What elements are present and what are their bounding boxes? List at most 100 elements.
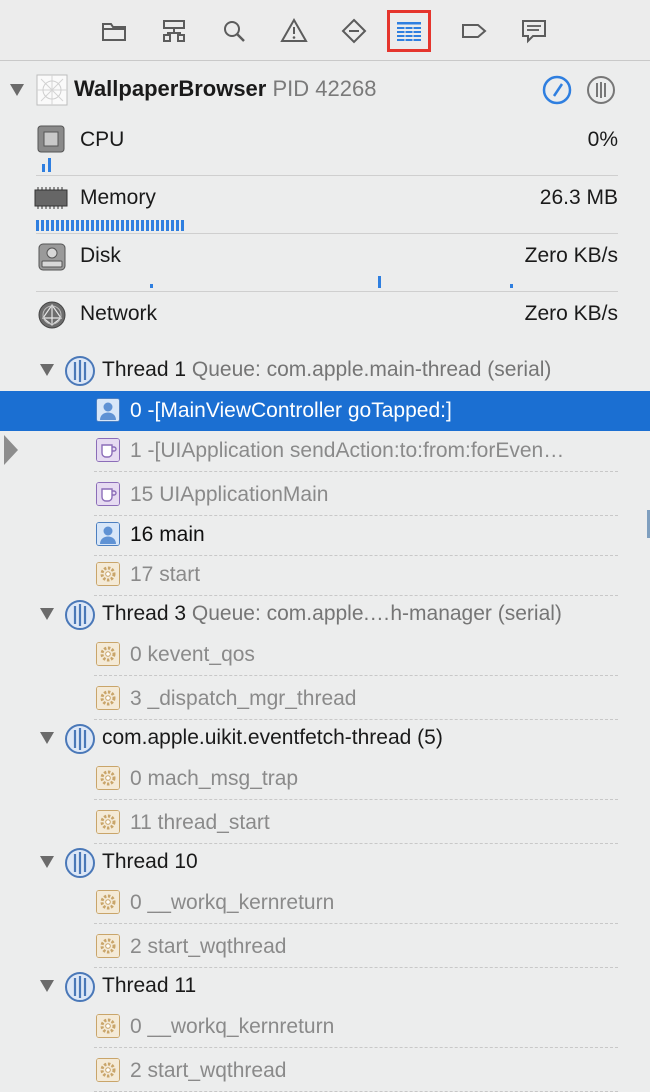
thread-icon — [65, 724, 95, 754]
stack-frame-row[interactable]: 0 __workq_kernreturn — [94, 1007, 618, 1048]
gauge-label: Disk — [80, 244, 121, 267]
thread-name: Thread 3 — [102, 602, 187, 625]
navigator-toolbar — [0, 0, 650, 61]
thread-disclosure-icon[interactable] — [40, 856, 54, 868]
gauge-disk[interactable]: Disk Zero KB/s — [0, 234, 650, 292]
thread-title[interactable]: Thread 10 — [102, 850, 198, 874]
user-code-icon — [96, 398, 120, 422]
thread-icon — [65, 848, 95, 878]
warning-icon — [280, 17, 308, 42]
process-threads-icon[interactable] — [585, 74, 617, 106]
network-icon — [38, 301, 66, 329]
stack-frame-row[interactable]: 3 _dispatch_mgr_thread — [94, 679, 618, 720]
gauge-value: 0% — [587, 128, 618, 151]
stack-frame-row[interactable]: 0 kevent_qos — [94, 635, 618, 676]
gauge-cpu[interactable]: CPU 0% — [0, 118, 650, 176]
gauge-toggle-icon[interactable] — [541, 74, 573, 106]
process-disclosure-icon[interactable] — [10, 84, 24, 96]
thread-disclosure-icon[interactable] — [40, 364, 54, 376]
thread-name: Thread 11 — [102, 974, 197, 997]
gauge-value: Zero KB/s — [524, 302, 618, 325]
stack-frame-row[interactable]: 1 -[UIApplication sendAction:to:from:for… — [94, 431, 618, 472]
process-title: WallpaperBrowser PID 42268 — [74, 76, 376, 102]
disk-graph-bar — [150, 284, 153, 288]
test-navigator-button[interactable] — [332, 10, 376, 52]
search-icon — [224, 21, 245, 42]
hierarchy-icon — [163, 20, 185, 42]
system-gear-icon — [96, 766, 120, 790]
cpu-icon — [37, 125, 65, 153]
stack-frame-label: 1 -[UIApplication sendAction:to:from:for… — [130, 439, 565, 462]
tag-icon — [462, 24, 487, 38]
system-gear-icon — [96, 890, 120, 914]
gauge-memory[interactable]: Memory 26.3 MB — [0, 176, 650, 234]
stack-frame-label: 2 start_wqthread — [130, 935, 287, 958]
thread-name: com.apple.uikit.eventfetch-thread (5) — [102, 726, 443, 749]
system-gear-icon — [96, 562, 120, 586]
folder-icon — [102, 23, 126, 41]
current-frame-marker — [4, 435, 18, 465]
system-gear-icon — [96, 810, 120, 834]
thread-icon — [65, 356, 95, 386]
report-navigator-button[interactable] — [512, 10, 556, 52]
gauge-value: 26.3 MB — [539, 186, 618, 209]
gauge-label: Network — [80, 302, 158, 325]
stack-frame-row[interactable]: 2 start_wqthread — [94, 1051, 618, 1092]
thread-icon — [65, 600, 95, 630]
process-name: WallpaperBrowser — [74, 76, 267, 101]
stack-frame-label: 0 kevent_qos — [130, 643, 255, 666]
stack-frame-row[interactable]: 15 UIApplicationMain — [94, 475, 618, 516]
thread-queue: Queue: com.apple.…h-manager (serial) — [191, 602, 562, 625]
stack-frame-row[interactable]: 2 start_wqthread — [94, 927, 618, 968]
stack-frame-label: 0 mach_msg_trap — [130, 767, 299, 790]
thread-name: Thread 10 — [102, 850, 198, 873]
system-gear-icon — [96, 686, 120, 710]
stack-frame-label: 11 thread_start — [130, 811, 270, 834]
cpu-graph-bar — [48, 158, 51, 172]
memory-icon — [34, 187, 68, 209]
stack-frame-label: 0 __workq_kernreturn — [130, 891, 335, 914]
report-icon — [522, 20, 546, 44]
system-gear-icon — [96, 1058, 120, 1082]
breakpoint-icon — [341, 18, 367, 44]
stack-frame-row[interactable]: 0 __workq_kernreturn — [94, 883, 618, 924]
breakpoint-navigator-button[interactable] — [452, 10, 496, 52]
thread-disclosure-icon[interactable] — [40, 980, 54, 992]
gauge-value: Zero KB/s — [524, 244, 618, 267]
thread-name: Thread 1 — [102, 358, 187, 381]
thread-title[interactable]: Thread 1 Queue: com.apple.main-thread (s… — [102, 358, 551, 382]
framework-cup-icon — [96, 482, 120, 506]
stack-frame-row[interactable]: 17 start — [94, 555, 618, 596]
system-gear-icon — [96, 642, 120, 666]
issue-navigator-button[interactable] — [272, 10, 316, 52]
stack-frame-label: 16 main — [130, 523, 205, 546]
stack-frame-row[interactable]: 11 thread_start — [94, 803, 618, 844]
gauge-network[interactable]: Network Zero KB/s — [0, 292, 650, 350]
disk-graph-bar — [510, 284, 513, 288]
thread-title[interactable]: Thread 11 — [102, 974, 196, 998]
stack-frame-label: 17 start — [130, 563, 201, 586]
app-icon — [36, 74, 68, 106]
find-navigator-button[interactable] — [212, 10, 256, 52]
gauge-label: CPU — [80, 128, 125, 151]
system-gear-icon — [96, 1014, 120, 1038]
thread-queue: Queue: com.apple.main-thread (serial) — [191, 358, 552, 381]
process-pid: PID 42268 — [272, 76, 377, 101]
stack-frame-label: 15 UIApplicationMain — [130, 483, 329, 506]
project-navigator-button[interactable] — [92, 10, 136, 52]
cpu-graph-bar — [42, 164, 45, 172]
stack-frame-label: 3 _dispatch_mgr_thread — [130, 687, 357, 710]
thread-title[interactable]: Thread 3 Queue: com.apple.…h-manager (se… — [102, 602, 562, 626]
gauge-label: Memory — [80, 186, 156, 209]
user-code-icon — [96, 522, 120, 546]
memory-graph-bar — [36, 220, 184, 231]
thread-disclosure-icon[interactable] — [40, 732, 54, 744]
debug-navigator-button[interactable] — [387, 10, 431, 52]
symbol-navigator-button[interactable] — [152, 10, 196, 52]
stack-frame-label: 2 start_wqthread — [130, 1059, 287, 1082]
stack-frame-row[interactable]: 0 -[MainViewController goTapped:] — [94, 391, 618, 431]
thread-disclosure-icon[interactable] — [40, 608, 54, 620]
stack-frame-row[interactable]: 16 main — [94, 515, 618, 556]
stack-frame-row[interactable]: 0 mach_msg_trap — [94, 759, 618, 800]
thread-title[interactable]: com.apple.uikit.eventfetch-thread (5) — [102, 726, 443, 750]
